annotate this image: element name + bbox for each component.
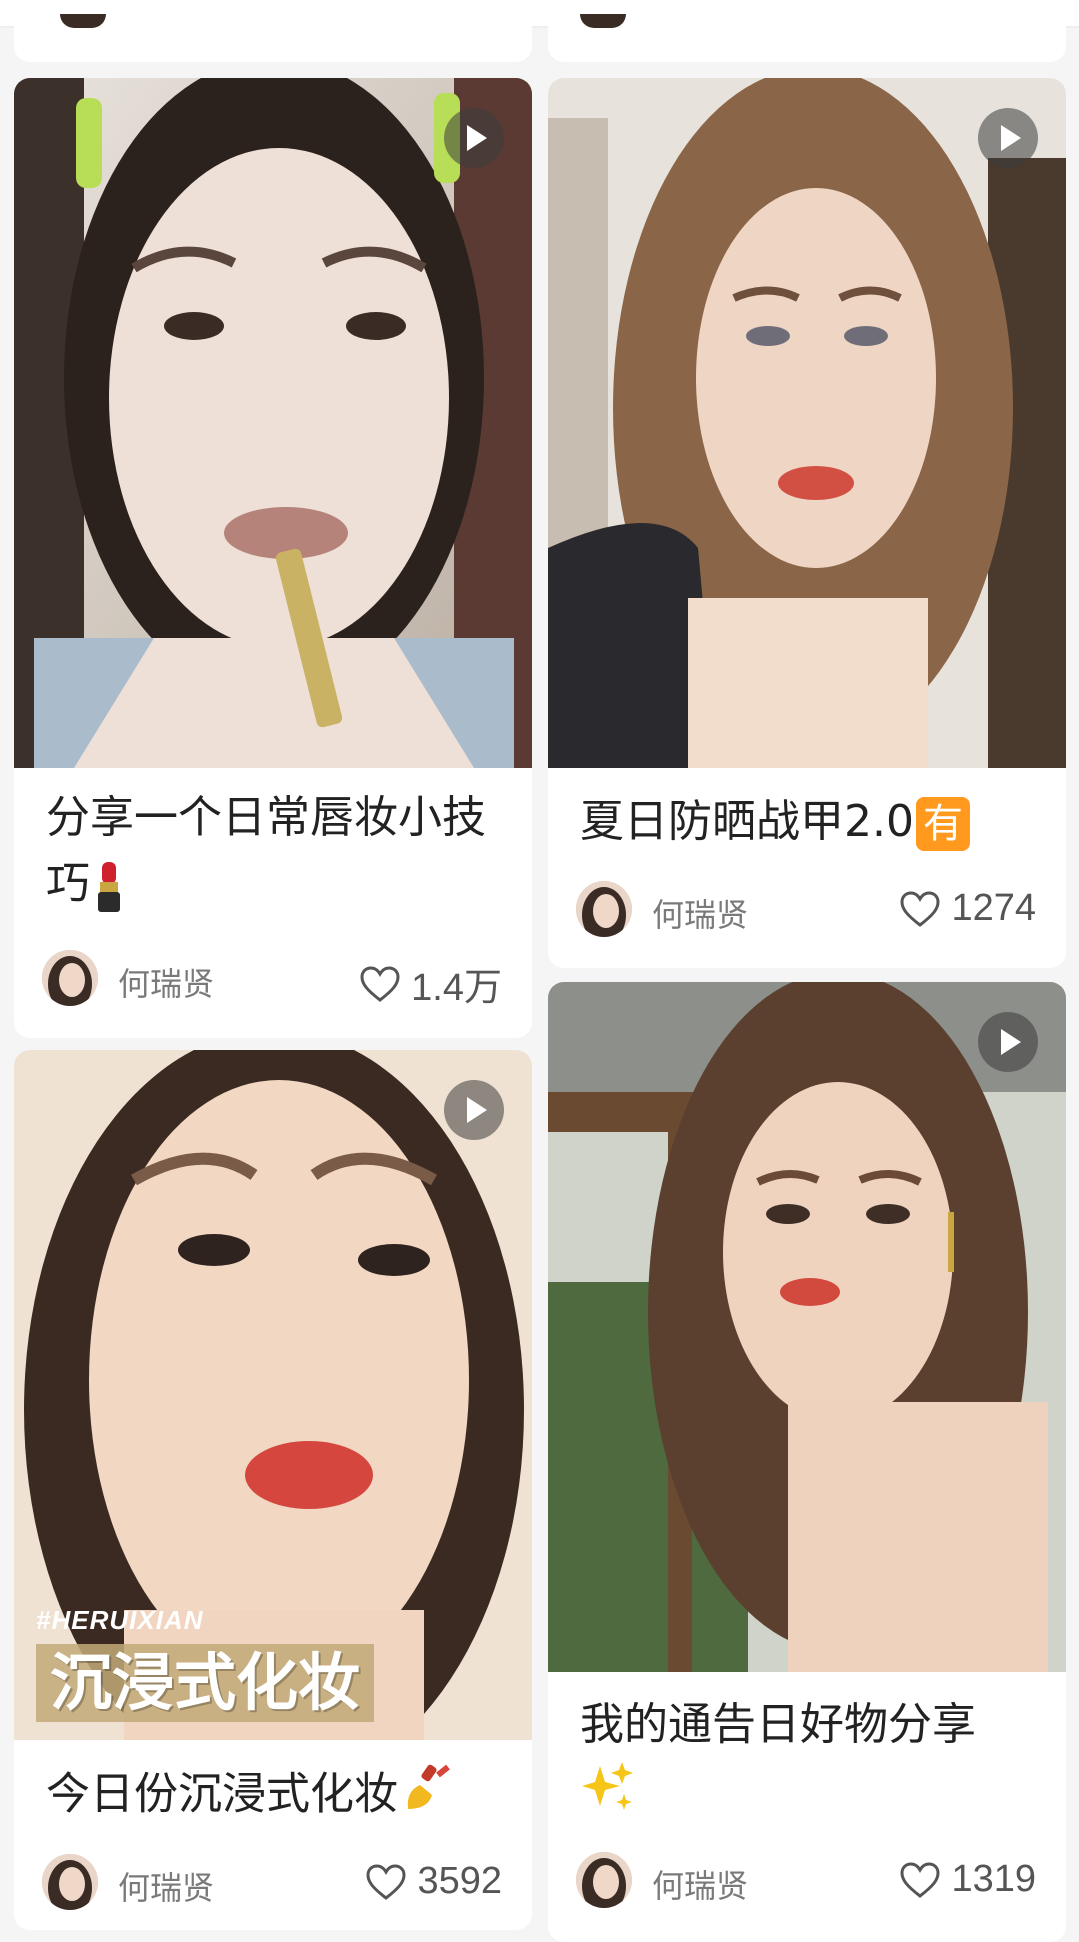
note-title[interactable]: 夏日防晒战甲2.0 有 (580, 789, 1038, 855)
note-meta: 何瑞贤 1.4万 (42, 950, 502, 1009)
like-button[interactable]: 3592 (365, 1860, 502, 1903)
overlay-title: 沉浸式化妆 (36, 1644, 375, 1722)
nail-polish-emoji-icon (402, 1761, 454, 1832)
badge-emoji-icon: 有 (915, 797, 970, 851)
author-avatar[interactable] (576, 1852, 632, 1908)
cover-image[interactable] (14, 78, 532, 768)
note-title[interactable]: 今日份沉浸式化妆 (46, 1761, 504, 1832)
video-play-icon (978, 108, 1038, 168)
heart-icon (365, 1863, 407, 1901)
cover-image[interactable] (548, 982, 1066, 1672)
like-count: 1.4万 (411, 967, 502, 1009)
author-avatar[interactable] (576, 881, 632, 937)
heart-icon (899, 890, 941, 928)
video-play-icon (444, 108, 504, 168)
note-meta: 何瑞贤 1274 (576, 881, 1036, 937)
like-count: 1274 (951, 887, 1036, 929)
like-button[interactable]: 1.4万 (359, 956, 502, 1011)
note-meta: 何瑞贤 3592 (42, 1854, 502, 1910)
note-card[interactable]: 夏日防晒战甲2.0 有 何瑞贤 1274 (548, 78, 1066, 968)
like-count: 1319 (951, 1858, 1036, 1900)
cover-image[interactable] (548, 78, 1066, 768)
cover-image[interactable]: #HERUIXIAN 沉浸式化妆 (14, 1050, 532, 1740)
avatar (60, 14, 106, 28)
like-button[interactable]: 1274 (899, 887, 1036, 930)
author-name[interactable]: 何瑞贤 (652, 890, 748, 936)
author-name[interactable]: 何瑞贤 (118, 1863, 214, 1909)
video-play-icon (978, 1012, 1038, 1072)
previous-card-left[interactable] (14, 0, 532, 62)
overlay-hashtag: #HERUIXIAN (36, 1605, 204, 1635)
video-play-icon (444, 1080, 504, 1140)
note-title[interactable]: 分享一个日常唇妆小技巧 (46, 785, 504, 917)
avatar (580, 14, 626, 28)
note-card[interactable]: 分享一个日常唇妆小技巧 何瑞贤 1.4万 (14, 78, 532, 1038)
author-name[interactable]: 何瑞贤 (118, 959, 214, 1005)
previous-card-right[interactable] (548, 0, 1066, 62)
author-name[interactable]: 何瑞贤 (652, 1861, 748, 1907)
note-card[interactable]: 我的通告日好物分享 何瑞贤 1319 (548, 982, 1066, 1942)
sparkles-emoji-icon (580, 1758, 636, 1833)
lipstick-emoji-icon (94, 858, 124, 914)
heart-icon (359, 965, 401, 1003)
note-meta: 何瑞贤 1319 (576, 1852, 1036, 1908)
author-avatar[interactable] (42, 1854, 98, 1910)
like-count: 3592 (417, 1860, 502, 1902)
heart-icon (899, 1861, 941, 1899)
author-avatar[interactable] (42, 950, 98, 1006)
note-title[interactable]: 我的通告日好物分享 (580, 1692, 1038, 1833)
like-button[interactable]: 1319 (899, 1858, 1036, 1901)
note-card[interactable]: #HERUIXIAN 沉浸式化妆 今日份沉浸式化妆 何瑞贤 3592 (14, 1050, 532, 1930)
